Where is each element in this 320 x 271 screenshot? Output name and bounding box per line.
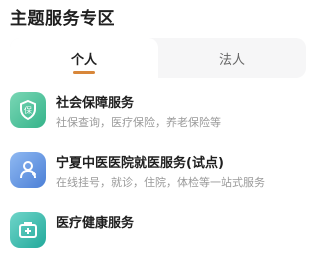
medical-kit-icon	[10, 212, 46, 248]
service-title: 医疗健康服务	[56, 216, 135, 231]
section-title: 主题服务专区	[10, 9, 115, 29]
service-item-tcm-hospital[interactable]: 宁夏中医医院就医服务(试点) 在线挂号，就诊，住院，体检等一站式服务	[0, 146, 320, 206]
svg-text:保: 保	[24, 105, 32, 115]
service-desc: 社保查询，医疗保险，养老保险等	[56, 116, 221, 129]
service-desc: 在线挂号，就诊，住院，体检等一站式服务	[56, 176, 265, 189]
service-item-social-security[interactable]: 保 社会保障服务 社保查询，医疗保险，养老保险等	[0, 86, 320, 146]
shield-icon: 保	[10, 92, 46, 128]
service-item-medical-health[interactable]: 医疗健康服务	[0, 206, 320, 266]
theme-services-page: 主题服务专区 个人 法人 保 社会保障服务 社保查询，医疗保险，养老保险等 宁夏…	[0, 0, 320, 271]
service-list: 保 社会保障服务 社保查询，医疗保险，养老保险等 宁夏中医医院就医服务(试点) …	[0, 86, 320, 266]
service-title: 宁夏中医医院就医服务(试点)	[56, 156, 224, 171]
doctor-icon	[10, 152, 46, 188]
tab-personal[interactable]: 个人	[10, 38, 158, 78]
tab-legal-person[interactable]: 法人	[158, 38, 306, 78]
service-title: 社会保障服务	[56, 96, 135, 111]
tab-bar: 个人 法人	[10, 38, 306, 78]
